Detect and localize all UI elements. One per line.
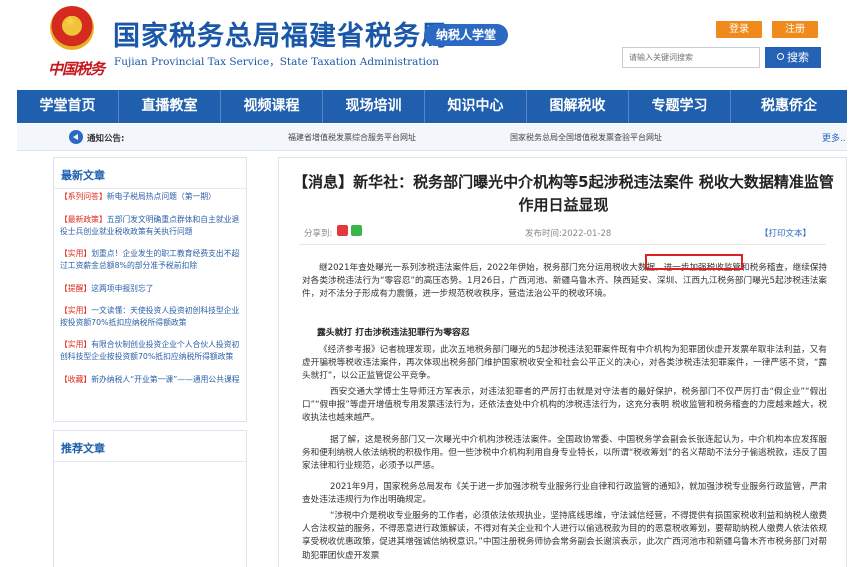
- article-paragraph-4: 据了解，这是税务部门又一次曝光中介机构涉税违法案件。全国政协常委、中国税务学会副…: [302, 435, 827, 472]
- list-item[interactable]: 【收藏】新办纳税人“开业第一课”——通用公共课程: [60, 374, 244, 386]
- taxpayer-academy-badge: 纳税人学堂: [424, 24, 508, 46]
- list-item[interactable]: 【最新政策】五部门发文明确重点群体和自主就业退役士兵创业就业税收政策有关执行问题: [60, 214, 244, 238]
- list-item-tag: 【收藏】: [60, 375, 92, 384]
- china-tax-logo: 中国税务: [48, 60, 105, 78]
- wechat-share-icon[interactable]: [351, 225, 362, 236]
- main-nav: 学堂首页 直播教室 视频课程 现场培训 知识中心 图解税收 专题学习 税惠侨企: [17, 90, 847, 123]
- list-item-tag: 【实用】: [60, 306, 92, 315]
- list-item-tag: 【实用】: [60, 249, 92, 258]
- article-panel: 【消息】新华社：税务部门曝光中介机构等5起涉税违法案件 税收大数据精准监管作用日…: [278, 157, 847, 567]
- search-button-label: 搜索: [787, 51, 809, 64]
- list-item[interactable]: 【系列问答】新电子税局热点问题（第一期）: [60, 191, 244, 203]
- list-item-tag: 【最新政策】: [60, 215, 107, 224]
- login-button[interactable]: 登录: [716, 21, 762, 38]
- article-paragraph-6: “涉税中介是税收专业服务的工作者，必须依法依规执业，坚持底线思维，守法诚信经营，…: [302, 511, 827, 561]
- divider: [54, 188, 246, 189]
- search-input[interactable]: [622, 47, 760, 68]
- speaker-icon: [69, 130, 83, 144]
- list-item-text: 新办纳税人“开业第一课”——通用公共课程: [91, 375, 240, 384]
- weibo-share-icon[interactable]: [337, 225, 348, 236]
- divider: [299, 244, 826, 245]
- emblem-star-icon: ★: [64, 14, 77, 30]
- article-paragraph-3: 西安交通大学博士生导师汪方军表示，对违法犯罪者的严厉打击就是对守法者的最好保护，…: [302, 387, 827, 424]
- recommended-articles-panel: 推荐文章: [53, 430, 247, 567]
- article-paragraph-1: 继2021年查处曝光一系列涉税违法案件后，2022年伊始，税务部门充分运用税收大…: [302, 263, 827, 300]
- divider: [54, 461, 246, 462]
- list-item[interactable]: 【提醒】这两项申报别忘了: [60, 283, 244, 295]
- nav-item-illustrated[interactable]: 图解税收: [527, 90, 629, 123]
- notice-link-invoice-verify[interactable]: 国家税务总局全国增值税发票查验平台网址: [510, 132, 662, 143]
- nav-item-topics[interactable]: 专题学习: [629, 90, 731, 123]
- search-icon: [777, 53, 784, 60]
- list-item[interactable]: 【实用】有限合伙制创业投资企业个人合伙人投资初创科技型企业按投资额70%抵扣应纳…: [60, 339, 244, 363]
- list-item-text: 新电子税局热点问题（第一期）: [106, 192, 216, 201]
- article-subheading: 露头就打 打击涉税违法犯罪行为零容忍: [317, 328, 470, 338]
- site-title[interactable]: 国家税务总局福建省税务局: [113, 14, 449, 53]
- notice-link-invoice-platform[interactable]: 福建省增值税发票综合服务平台网址: [288, 132, 416, 143]
- latest-articles-panel: 最新文章 【系列问答】新电子税局热点问题（第一期） 【最新政策】五部门发文明确重…: [53, 157, 247, 422]
- article-paragraph-2: 《经济参考报》记者梳理发现，此次五地税务部门曝光的5起涉税违法犯罪案件既有中介机…: [302, 345, 827, 382]
- nav-item-overseas[interactable]: 税惠侨企: [731, 90, 847, 123]
- nav-item-home[interactable]: 学堂首页: [17, 90, 119, 123]
- list-item[interactable]: 【实用】划重点！企业发生的职工教育经费支出不超过工资薪金总额8%的部分准予税前扣…: [60, 248, 244, 272]
- nav-item-onsite[interactable]: 现场培训: [323, 90, 425, 123]
- list-item-text: 这两项申报别忘了: [91, 284, 154, 293]
- nav-item-knowledge[interactable]: 知识中心: [425, 90, 527, 123]
- highlight-annotation: [645, 254, 743, 270]
- notice-bar: 通知公告: 福建省增值税发票综合服务平台网址 国家税务总局全国增值税发票查验平台…: [17, 124, 847, 151]
- recommended-articles-title: 推荐文章: [61, 442, 105, 455]
- notice-more-link[interactable]: 更多..: [822, 131, 846, 144]
- latest-articles-title: 最新文章: [61, 169, 105, 182]
- list-item-tag: 【提醒】: [60, 284, 92, 293]
- article-meta: 分享到: 发布时间:2022-01-28 【打印文本】: [279, 222, 846, 242]
- search-button[interactable]: 搜索: [765, 47, 821, 68]
- article-paragraph-5: 2021年9月，国家税务总局发布《关于进一步加强涉税专业服务行业自律和行政监管的…: [302, 482, 827, 506]
- nav-item-live[interactable]: 直播教室: [119, 90, 221, 123]
- notice-label: 通知公告:: [87, 134, 125, 144]
- list-item-tag: 【实用】: [60, 340, 92, 349]
- site-header: ★ 中国税务 国家税务总局福建省税务局 Fujian Provincial Ta…: [0, 0, 865, 88]
- print-text-link[interactable]: 【打印文本】: [760, 227, 811, 239]
- register-button[interactable]: 注册: [772, 21, 818, 38]
- list-item[interactable]: 【实用】一文读懂：天使投资人投资初创科技型企业按投资额70%抵扣应纳税所得额政策: [60, 305, 244, 329]
- nav-item-video[interactable]: 视频课程: [221, 90, 323, 123]
- share-label: 分享到:: [304, 229, 333, 239]
- publish-date: 发布时间:2022-01-28: [525, 229, 612, 239]
- site-subtitle: Fujian Provincial Tax Service，State Taxa…: [114, 56, 440, 68]
- article-title: 【消息】新华社：税务部门曝光中介机构等5起涉税违法案件 税收大数据精准监管作用日…: [293, 173, 834, 214]
- list-item-tag: 【系列问答】: [60, 192, 107, 201]
